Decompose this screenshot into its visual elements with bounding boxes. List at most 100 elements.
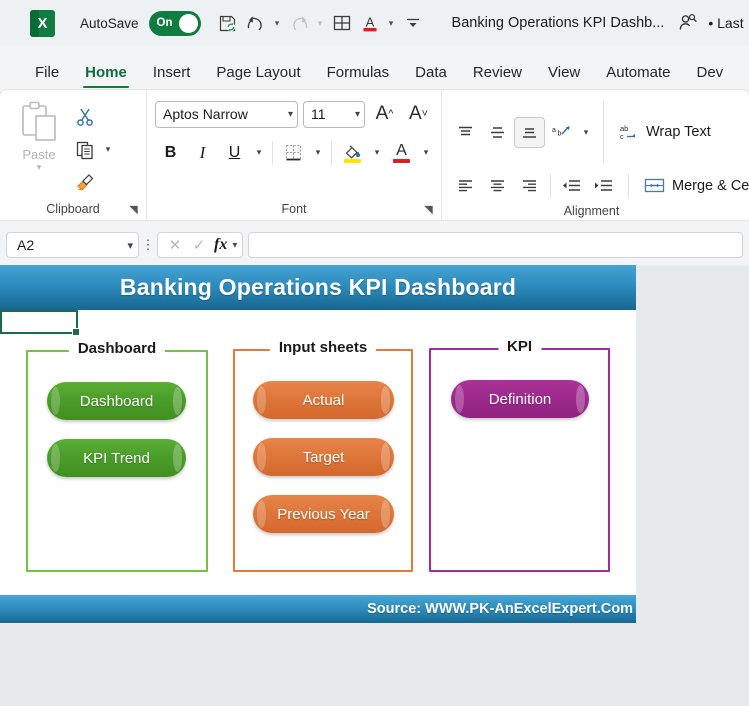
paste-dropdown-icon[interactable]: ▾: [37, 162, 42, 172]
bold-button[interactable]: B: [155, 137, 186, 168]
autosave-toggle[interactable]: On: [148, 10, 201, 36]
borders-icon[interactable]: [278, 137, 309, 168]
decrease-indent-icon[interactable]: [556, 170, 587, 201]
title-bar: X AutoSave On ▾ ▾ A ▾ Banking Operations…: [0, 0, 749, 46]
previous-year-button[interactable]: Previous Year: [253, 495, 394, 533]
source-label: Source: WWW.PK-AnExcelExpert.Com: [367, 601, 633, 617]
enter-formula-icon[interactable]: ✓: [187, 233, 211, 257]
cut-icon[interactable]: [70, 102, 100, 132]
top-align-icon[interactable]: [450, 117, 481, 148]
font-color-dropdown-icon[interactable]: ▾: [418, 137, 434, 168]
chevron-down-icon: ▾: [127, 239, 133, 252]
document-title[interactable]: Banking Operations KPI Dashb...: [452, 15, 665, 31]
merge-center-label: Merge & Cent: [672, 177, 749, 194]
font-size-value: 11: [311, 106, 326, 122]
save-icon[interactable]: [215, 9, 241, 37]
increase-font-size-icon[interactable]: A ^: [370, 100, 399, 128]
font-color-icon[interactable]: A: [386, 137, 417, 168]
actual-button[interactable]: Actual: [253, 381, 394, 419]
table-icon[interactable]: [329, 9, 355, 37]
copy-icon[interactable]: [70, 135, 100, 165]
dashboard-button[interactable]: Dashboard: [47, 382, 186, 420]
decrease-font-size-icon[interactable]: A ˅: [404, 100, 433, 128]
tab-review[interactable]: Review: [460, 64, 535, 90]
excel-logo-icon: X: [30, 9, 55, 37]
kpi-trend-button[interactable]: KPI Trend: [47, 439, 186, 477]
title-bar-right: • Last: [678, 13, 744, 33]
ribbon-group-font: Aptos Narrow ▾ 11 ▾ A ^ A ˅ B I U ▾ ▾ ▾ …: [146, 90, 441, 220]
increase-indent-icon[interactable]: [588, 170, 619, 201]
insert-function-icon[interactable]: fx: [211, 236, 230, 254]
customize-qat-icon[interactable]: [400, 9, 426, 37]
font-color-dropdown-icon[interactable]: ▾: [385, 9, 398, 37]
undo-icon[interactable]: [243, 9, 269, 37]
font-size-combo[interactable]: 11 ▾: [303, 100, 365, 128]
name-box-value: A2: [17, 237, 35, 253]
clipboard-group-label: Clipboard: [46, 202, 100, 216]
tab-file[interactable]: File: [22, 64, 72, 90]
formula-bar: A2 ▾ ⋮ ✕ ✓ fx ▾: [0, 226, 749, 264]
merge-center-button[interactable]: Merge & Cent: [638, 170, 749, 201]
redo-dropdown-icon[interactable]: ▾: [314, 9, 327, 37]
chevron-down-icon: ▾: [354, 108, 360, 120]
wrap-text-label: Wrap Text: [646, 124, 711, 140]
italic-button[interactable]: I: [187, 137, 218, 168]
tab-developer[interactable]: Dev: [683, 64, 736, 90]
center-icon[interactable]: [482, 170, 513, 201]
paste-button[interactable]: Paste ▾: [8, 96, 70, 172]
dashboard-title-banner: Banking Operations KPI Dashboard: [0, 265, 636, 310]
borders-dropdown-icon[interactable]: ▾: [310, 137, 326, 168]
tab-page-layout[interactable]: Page Layout: [203, 64, 313, 90]
formula-dropdown-icon[interactable]: ▾: [230, 240, 237, 251]
font-name-combo[interactable]: Aptos Narrow ▾: [155, 100, 298, 128]
name-box[interactable]: A2 ▾: [6, 232, 139, 258]
undo-dropdown-icon[interactable]: ▾: [271, 9, 284, 37]
fill-color-icon[interactable]: [337, 137, 368, 168]
selected-cell-a2[interactable]: [0, 310, 80, 336]
align-left-icon[interactable]: [450, 170, 481, 201]
fill-color-dropdown-icon[interactable]: ▾: [369, 137, 385, 168]
tab-view[interactable]: View: [535, 64, 593, 90]
tab-data[interactable]: Data: [402, 64, 460, 90]
format-painter-icon[interactable]: [70, 167, 100, 197]
tab-formulas[interactable]: Formulas: [314, 64, 403, 90]
section-kpi-label: KPI: [497, 338, 542, 355]
tab-automate[interactable]: Automate: [593, 64, 683, 90]
underline-dropdown-icon[interactable]: ▾: [251, 137, 267, 168]
target-button[interactable]: Target: [253, 438, 394, 476]
cancel-formula-icon[interactable]: ✕: [163, 233, 187, 257]
formula-input[interactable]: [248, 232, 743, 258]
svg-text:A: A: [365, 14, 374, 29]
bottom-align-icon[interactable]: [514, 116, 545, 148]
divider: [272, 140, 273, 165]
ribbon-tab-bar: File Home Insert Page Layout Formulas Da…: [0, 46, 749, 90]
wrap-text-button[interactable]: ab c Wrap Text: [613, 117, 717, 148]
font-color-icon[interactable]: A: [357, 9, 383, 37]
paste-icon: [17, 100, 61, 146]
align-right-icon[interactable]: [514, 170, 545, 201]
tab-home[interactable]: Home: [72, 64, 140, 90]
merge-center-icon: [644, 176, 665, 195]
tab-insert[interactable]: Insert: [140, 64, 204, 90]
formula-bar-grip[interactable]: ⋮: [139, 237, 157, 253]
divider: [550, 173, 551, 198]
clipboard-dialog-launcher[interactable]: ◥: [127, 204, 140, 217]
redo-icon[interactable]: [286, 9, 312, 37]
search-person-icon[interactable]: [678, 13, 698, 33]
divider: [331, 140, 332, 165]
section-kpi: KPI Definition: [429, 338, 610, 572]
definition-button[interactable]: Definition: [451, 380, 589, 418]
alignment-group-label: Alignment: [563, 203, 620, 218]
section-dashboard: Dashboard Dashboard KPI Trend: [26, 340, 208, 572]
ribbon-group-alignment: a b ▾ ab c Wrap Text Merge & Ce Alignmen…: [441, 90, 749, 220]
chevron-down-icon: ▾: [287, 108, 293, 120]
orientation-icon[interactable]: a b: [546, 117, 577, 148]
orientation-dropdown-icon[interactable]: ▾: [578, 117, 594, 148]
middle-align-icon[interactable]: [482, 117, 513, 148]
underline-button[interactable]: U: [219, 137, 250, 168]
font-dialog-launcher[interactable]: ◥: [422, 204, 435, 217]
section-input-sheets: Input sheets Actual Target Previous Year: [233, 339, 413, 572]
wrap-text-icon: ab c: [619, 123, 639, 142]
copy-dropdown-icon[interactable]: ▾: [100, 134, 116, 165]
ribbon: Paste ▾ ▾ Clipboard ◥ Aptos Narrow ▾ 11 …: [0, 90, 749, 220]
